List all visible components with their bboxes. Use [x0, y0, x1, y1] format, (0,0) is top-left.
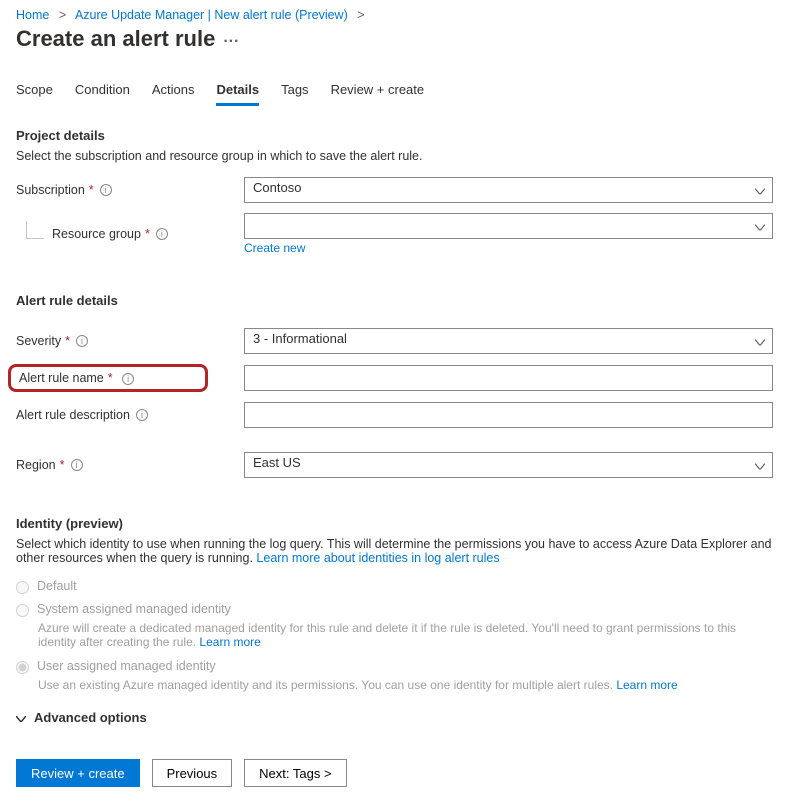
tab-tags[interactable]: Tags: [281, 82, 308, 106]
chevron-right-icon: >: [53, 8, 72, 22]
identity-heading: Identity (preview): [16, 516, 773, 531]
resource-group-label: Resource group* i: [16, 227, 244, 241]
identity-learn-more-link[interactable]: Learn more about identities in log alert…: [256, 551, 499, 565]
breadcrumb-page[interactable]: Azure Update Manager | New alert rule (P…: [75, 8, 348, 22]
info-icon[interactable]: i: [156, 228, 168, 240]
alert-rule-name-label: Alert rule name* i: [16, 364, 244, 392]
tab-review-create[interactable]: Review + create: [331, 82, 425, 106]
info-icon[interactable]: i: [76, 335, 88, 347]
info-icon[interactable]: i: [136, 409, 148, 421]
tabs: Scope Condition Actions Details Tags Rev…: [16, 82, 773, 106]
info-icon[interactable]: i: [100, 184, 112, 196]
system-learn-more-link[interactable]: Learn more: [199, 635, 260, 649]
alert-rule-description-label: Alert rule description i: [16, 408, 244, 422]
identity-system-sub: Azure will create a dedicated managed id…: [38, 621, 773, 649]
chevron-down-icon: [16, 710, 26, 725]
region-select[interactable]: East US: [244, 452, 773, 478]
tab-details[interactable]: Details: [216, 82, 259, 106]
severity-label: Severity* i: [16, 334, 244, 348]
alert-rule-description-input[interactable]: [244, 402, 773, 428]
footer-bar: Review + create Previous Next: Tags >: [16, 759, 773, 787]
subscription-select[interactable]: Contoso: [244, 177, 773, 203]
identity-radio-group: Default System assigned managed identity…: [16, 579, 773, 692]
user-learn-more-link[interactable]: Learn more: [616, 678, 677, 692]
resource-group-select[interactable]: [244, 213, 773, 239]
tab-condition[interactable]: Condition: [75, 82, 130, 106]
project-details-heading: Project details: [16, 128, 773, 143]
subscription-label: Subscription* i: [16, 183, 244, 197]
identity-user-sub: Use an existing Azure managed identity a…: [38, 678, 773, 692]
more-icon[interactable]: ···: [215, 33, 239, 50]
alert-rule-name-input[interactable]: [244, 365, 773, 391]
review-create-button[interactable]: Review + create: [16, 759, 140, 787]
create-new-link[interactable]: Create new: [244, 241, 305, 255]
breadcrumb-home[interactable]: Home: [16, 8, 49, 22]
region-label: Region* i: [16, 458, 244, 472]
info-icon[interactable]: i: [71, 459, 83, 471]
previous-button[interactable]: Previous: [152, 759, 233, 787]
severity-select[interactable]: 3 - Informational: [244, 328, 773, 354]
alert-rule-details-heading: Alert rule details: [16, 293, 773, 308]
advanced-options-expander[interactable]: Advanced options: [16, 710, 773, 725]
info-icon[interactable]: i: [122, 373, 134, 385]
identity-default-option[interactable]: Default: [16, 579, 773, 594]
identity-system-option[interactable]: System assigned managed identity: [16, 602, 773, 617]
page-title: Create an alert rule···: [16, 26, 773, 52]
next-tags-button[interactable]: Next: Tags >: [244, 759, 346, 787]
identity-desc: Select which identity to use when runnin…: [16, 537, 773, 565]
identity-user-option[interactable]: User assigned managed identity: [16, 659, 773, 674]
breadcrumb: Home > Azure Update Manager | New alert …: [16, 8, 773, 22]
tab-scope[interactable]: Scope: [16, 82, 53, 106]
project-details-desc: Select the subscription and resource gro…: [16, 149, 773, 163]
tab-actions[interactable]: Actions: [152, 82, 195, 106]
chevron-right-icon: >: [351, 8, 370, 22]
